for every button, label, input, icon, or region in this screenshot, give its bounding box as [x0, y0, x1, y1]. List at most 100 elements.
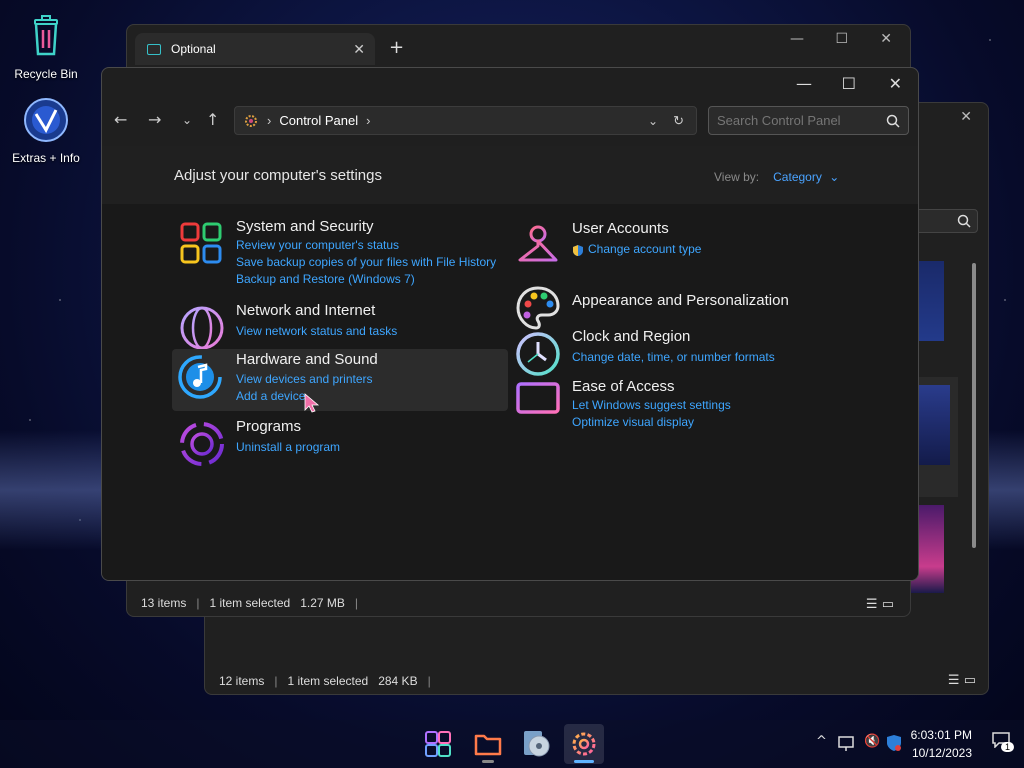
forward-button[interactable]: →: [148, 110, 161, 129]
chevron-up-icon[interactable]: ^: [816, 734, 827, 749]
disc-icon: [524, 731, 550, 757]
programs-icon: [180, 422, 224, 466]
search-icon: [957, 214, 971, 228]
category-appearance-and-personalization: Appearance and Personalization: [510, 282, 846, 330]
notification-count: 1: [1000, 742, 1014, 752]
close-icon[interactable]: ✕: [889, 74, 902, 93]
view-toggle[interactable]: ☰ ▭: [866, 597, 894, 612]
taskbar-file-explorer[interactable]: [468, 724, 508, 764]
category-clock-and-region: Clock and Region Change date, time, or n…: [510, 328, 846, 376]
control-panel-content: Adjust your computer's settings View by:…: [102, 146, 918, 580]
refresh-icon[interactable]: ↻: [673, 113, 684, 129]
control-panel-window: — ☐ ✕ ← → ⌄ ↑ › Control Panel › ⌄ ↻ Adju…: [101, 67, 919, 581]
category-title[interactable]: Hardware and Sound: [236, 351, 378, 368]
link-network-status[interactable]: View network status and tasks: [236, 324, 397, 338]
tab-optional[interactable]: Optional ✕: [135, 33, 375, 65]
start-button[interactable]: [418, 724, 458, 764]
user-accounts-icon: [518, 225, 558, 262]
category-title[interactable]: System and Security: [236, 218, 374, 235]
start-icon: [425, 731, 451, 757]
status-bar: 13 items | 1 item selected 1.27 MB |: [141, 596, 359, 610]
desktop-icon-recycle-bin[interactable]: Recycle Bin: [6, 12, 86, 81]
palette-icon: [516, 286, 560, 330]
taskbar: ^ 🔇 6:03:01 PM 10/12/2023 1: [0, 720, 1024, 768]
notification-button[interactable]: 1: [992, 732, 1014, 752]
link-optimize-visual-display[interactable]: Optimize visual display: [572, 415, 694, 429]
breadcrumb-control-panel[interactable]: Control Panel: [279, 113, 358, 128]
link-add-device[interactable]: Add a device: [236, 389, 305, 403]
new-tab-button[interactable]: +: [389, 37, 404, 58]
taskbar-disc-app[interactable]: [516, 724, 556, 764]
system-security-icon: [180, 222, 222, 264]
status-bar: 12 items | 1 item selected 284 KB |: [219, 674, 431, 688]
chevron-down-icon[interactable]: ⌄: [648, 114, 658, 128]
music-note-icon: [178, 355, 222, 399]
recycle-bin-icon: [34, 15, 58, 56]
monitor-icon: [516, 382, 560, 424]
link-backup-restore[interactable]: Backup and Restore (Windows 7): [236, 272, 415, 286]
category-title[interactable]: User Accounts: [572, 220, 669, 237]
volume-muted-icon[interactable]: 🔇: [864, 734, 880, 749]
search-input[interactable]: [717, 113, 877, 128]
taskbar-control-panel[interactable]: [564, 724, 604, 764]
category-ease-of-access: Ease of Access Let Windows suggest setti…: [510, 378, 846, 429]
folder-icon: [147, 43, 161, 55]
title-bar: — ☐ ✕: [102, 68, 918, 100]
breadcrumb-separator[interactable]: ›: [366, 113, 370, 128]
navigation-bar: ← → ⌄ ↑ › Control Panel › ⌄ ↻: [102, 106, 918, 136]
view-toggle[interactable]: ☰ ▭: [948, 673, 976, 688]
active-indicator: [574, 760, 594, 763]
maximize-icon[interactable]: ☐: [842, 74, 856, 93]
chevron-down-icon[interactable]: ⌄: [829, 170, 839, 184]
view-by-dropdown[interactable]: Category: [773, 170, 822, 184]
page-title: Adjust your computer's settings: [174, 167, 382, 184]
back-button[interactable]: ←: [114, 110, 127, 129]
desktop-icon-label: Extras + Info: [12, 151, 80, 165]
search-icon[interactable]: [886, 114, 900, 128]
link-change-date-time[interactable]: Change date, time, or number formats: [572, 350, 775, 364]
folder-icon: [474, 734, 502, 756]
category-network-and-internet: Network and Internet View network status…: [174, 302, 510, 350]
gear-icon: [572, 732, 596, 756]
minimize-icon[interactable]: —: [790, 31, 804, 47]
address-bar[interactable]: › Control Panel › ⌄ ↻: [234, 106, 697, 135]
security-shield-icon[interactable]: [886, 734, 902, 752]
category-title[interactable]: Appearance and Personalization: [572, 292, 789, 309]
running-indicator: [482, 760, 494, 763]
minimize-icon[interactable]: —: [796, 74, 812, 93]
up-button[interactable]: ↑: [206, 110, 219, 129]
globe-icon: [180, 306, 224, 350]
category-title[interactable]: Clock and Region: [572, 328, 690, 345]
control-panel-icon: [245, 114, 257, 127]
scrollbar[interactable]: [972, 263, 976, 548]
category-title[interactable]: Ease of Access: [572, 378, 675, 395]
recent-locations-button[interactable]: ⌄: [182, 113, 192, 127]
category-system-and-security: System and Security Review your computer…: [174, 218, 510, 288]
desktop-icon-label: Recycle Bin: [14, 67, 78, 81]
category-title[interactable]: Network and Internet: [236, 302, 375, 319]
view-by: View by: Category ⌄: [714, 170, 840, 184]
category-hardware-and-sound[interactable]: Hardware and Sound View devices and prin…: [172, 349, 508, 413]
close-icon[interactable]: ✕: [960, 109, 972, 125]
system-clock[interactable]: 6:03:01 PM 10/12/2023: [911, 726, 972, 762]
link-review-status[interactable]: Review your computer's status: [236, 238, 399, 252]
desktop-icon-extras-info[interactable]: Extras + Info: [6, 96, 86, 165]
content-header: Adjust your computer's settings View by:…: [102, 146, 918, 204]
extras-info-icon: [24, 98, 68, 142]
close-icon[interactable]: ✕: [880, 31, 892, 47]
link-file-history[interactable]: Save backup copies of your files with Fi…: [236, 255, 496, 269]
link-change-account-type[interactable]: Change account type: [588, 242, 701, 256]
category-programs: Programs Uninstall a program: [174, 418, 510, 466]
breadcrumb-separator: ›: [267, 113, 272, 128]
network-icon[interactable]: [838, 736, 856, 752]
maximize-icon[interactable]: ☐: [835, 31, 848, 47]
category-title[interactable]: Programs: [236, 418, 301, 435]
link-windows-suggest-settings[interactable]: Let Windows suggest settings: [572, 398, 731, 412]
link-uninstall-program[interactable]: Uninstall a program: [236, 440, 340, 454]
search-box[interactable]: [708, 106, 909, 135]
shield-icon: [573, 245, 583, 256]
mouse-cursor-icon: [304, 393, 320, 413]
clock-icon: [516, 332, 560, 376]
close-tab-icon[interactable]: ✕: [353, 41, 365, 58]
link-devices-printers[interactable]: View devices and printers: [236, 372, 373, 386]
